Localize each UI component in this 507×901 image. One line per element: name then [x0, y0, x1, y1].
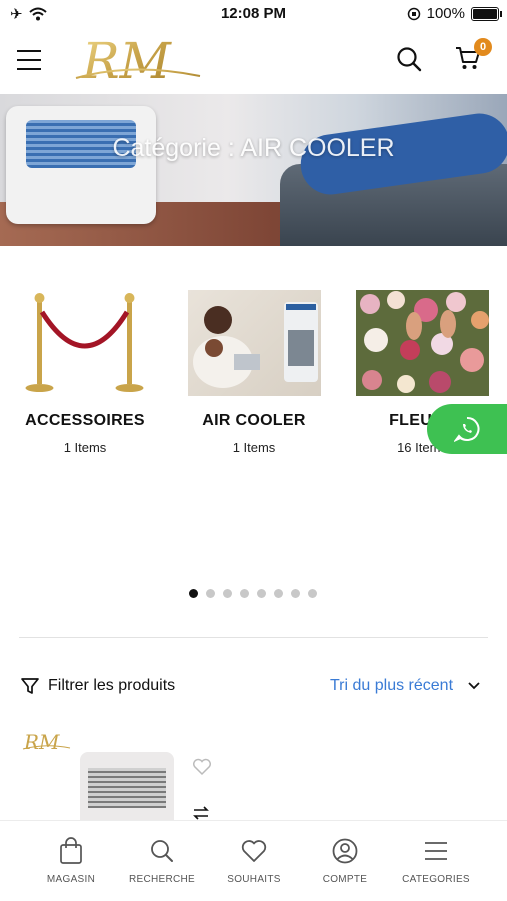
carousel-pagination[interactable]: [189, 589, 317, 598]
filter-products-button[interactable]: Filtrer les produits: [20, 676, 175, 696]
tab-label: SOUHAITS: [227, 874, 281, 885]
pagination-dot[interactable]: [291, 589, 300, 598]
pagination-dot-active[interactable]: [189, 589, 198, 598]
bag-icon: [60, 837, 82, 864]
pagination-dot[interactable]: [274, 589, 283, 598]
category-count: 1 Items: [232, 440, 276, 455]
category-card-accessoires[interactable]: ACCESSOIRES 1 Items: [10, 290, 160, 455]
pagination-dot[interactable]: [223, 589, 232, 598]
cart-count-badge: 0: [474, 38, 492, 56]
heart-icon: [241, 840, 267, 862]
category-image: [355, 290, 489, 396]
whatsapp-button[interactable]: [427, 404, 507, 454]
sort-select[interactable]: Tri du plus récent: [330, 677, 480, 695]
cart-button[interactable]: 0: [454, 38, 492, 77]
app-header: RM 0: [0, 28, 507, 94]
account-icon: [332, 838, 358, 864]
category-carousel[interactable]: ACCESSOIRES 1 Items AIR COOLER 1 Items F…: [0, 290, 507, 490]
bottom-tab-bar: MAGASIN RECHERCHE SOUHAITS COMPTE CATEGO…: [0, 820, 507, 901]
tab-label: COMPTE: [322, 874, 368, 885]
search-icon: [151, 840, 173, 862]
orientation-lock-icon: [407, 7, 420, 20]
hero-air-cooler-image: [6, 106, 156, 224]
pagination-dot[interactable]: [206, 589, 215, 598]
hero-title: Catégorie : AIR COOLER: [112, 134, 395, 162]
status-bar: ✈ 12:08 PM 100%: [0, 0, 507, 28]
svg-text:RM: RM: [23, 730, 60, 753]
menu-icon: [425, 842, 447, 860]
tab-recherche[interactable]: RECHERCHE: [112, 837, 212, 885]
sort-value: Tri du plus récent: [330, 677, 454, 694]
whatsapp-icon: [454, 416, 480, 442]
divider: [19, 637, 488, 638]
svg-text:RM: RM: [81, 32, 173, 88]
brand-logo[interactable]: RM: [72, 32, 204, 88]
battery-percent: 100%: [426, 5, 465, 22]
category-image: [19, 290, 152, 396]
category-name: ACCESSOIRES: [25, 412, 145, 429]
product-brand-logo: RM: [22, 730, 71, 753]
category-image: [187, 290, 321, 396]
tab-label: CATEGORIES: [402, 874, 470, 885]
filter-label: Filtrer les produits: [48, 677, 176, 694]
category-card-air-cooler[interactable]: AIR COOLER 1 Items: [179, 290, 329, 455]
search-icon[interactable]: [396, 46, 422, 72]
compare-icon[interactable]: [192, 806, 210, 820]
category-name: AIR COOLER: [202, 412, 306, 429]
chevron-down-icon: [468, 682, 480, 690]
pagination-dot[interactable]: [257, 589, 266, 598]
wishlist-heart-icon[interactable]: [192, 758, 212, 776]
product-image[interactable]: [80, 752, 174, 820]
status-right: 100%: [407, 5, 502, 22]
hamburger-menu-icon[interactable]: [17, 50, 41, 77]
tab-categories[interactable]: CATEGORIES: [386, 837, 486, 885]
category-count: 1 Items: [63, 440, 107, 455]
tab-label: RECHERCHE: [128, 874, 196, 885]
filter-icon: [21, 678, 39, 694]
pagination-dot[interactable]: [240, 589, 249, 598]
tab-souhaits[interactable]: SOUHAITS: [204, 837, 304, 885]
tab-compte[interactable]: COMPTE: [295, 837, 395, 885]
tab-label: MAGASIN: [46, 874, 96, 885]
battery-icon: [471, 6, 502, 21]
tab-magasin[interactable]: MAGASIN: [21, 837, 121, 885]
pagination-dot[interactable]: [308, 589, 317, 598]
category-hero-banner: Catégorie : AIR COOLER: [0, 94, 507, 246]
